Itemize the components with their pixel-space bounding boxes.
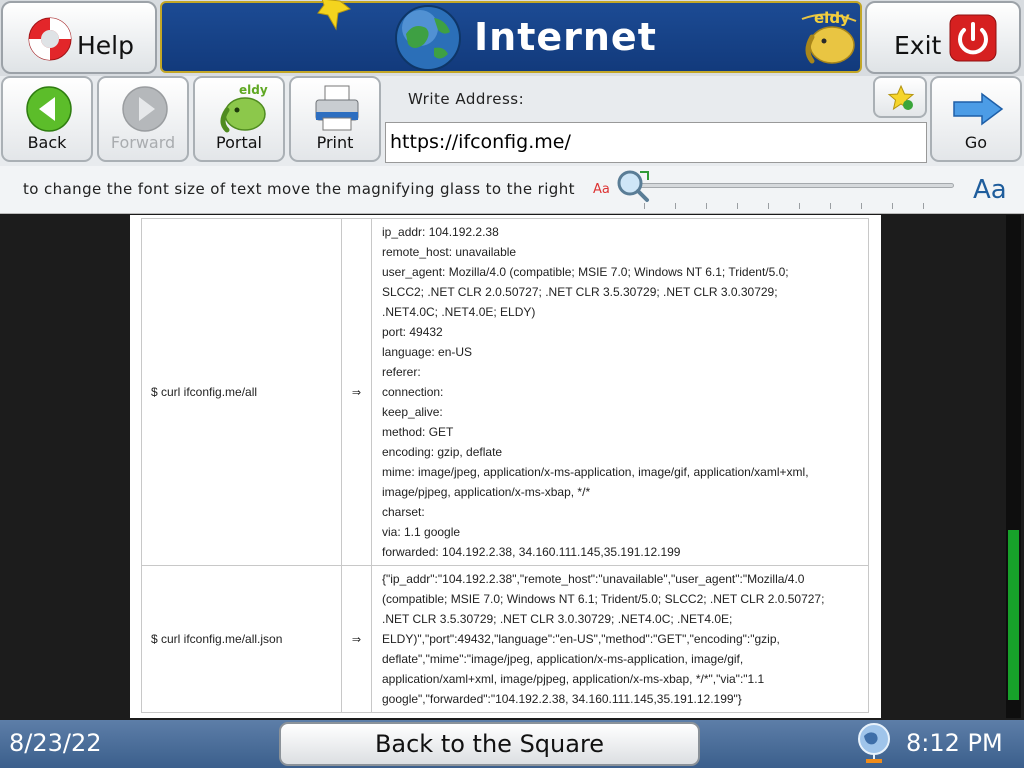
slider-tick [768, 203, 769, 209]
page-title: Internet [474, 15, 657, 59]
back-to-square-button[interactable]: Back to the Square [279, 722, 700, 766]
go-arrow-icon [952, 92, 1004, 126]
table-row: $ curl ifconfig.me/all ⇒ ip_addr: 104.19… [141, 218, 869, 566]
output-line: .NET CLR 3.5.30729; .NET CLR 3.0.30729; … [382, 612, 733, 626]
font-size-hint: to change the font size of text move the… [23, 180, 575, 198]
forward-arrow-icon [121, 85, 169, 133]
output-line: forwarded: 104.192.2.38, 34.160.111.145,… [382, 545, 681, 559]
output-line: ip_addr: 104.192.2.38 [382, 225, 499, 239]
magnifying-glass-icon[interactable] [614, 168, 652, 204]
back-arrow-icon [25, 85, 73, 133]
help-button[interactable]: Help [1, 1, 157, 74]
bottom-bar: 8/23/22 Back to the Square 8:12 PM [0, 720, 1024, 768]
power-icon [949, 14, 997, 62]
font-size-slider-track[interactable] [622, 183, 954, 188]
forward-button[interactable]: Forward [97, 76, 189, 162]
arrow-cell: ⇒ [341, 565, 372, 713]
slider-tick [799, 203, 800, 209]
address-label: Write Address: [408, 90, 525, 108]
font-size-small-label: Aa [593, 182, 610, 197]
output-line: SLCC2; .NET CLR 2.0.50727; .NET CLR 3.5.… [382, 285, 778, 299]
output-line: mime: image/jpeg, application/x-ms-appli… [382, 465, 809, 479]
back-label: Back [27, 133, 67, 152]
slider-tick [830, 203, 831, 209]
printer-icon [313, 84, 361, 134]
output-line: .NET4.0C; .NET4.0E; ELDY) [382, 305, 536, 319]
output-line: method: GET [382, 425, 454, 439]
output-line: connection: [382, 385, 444, 399]
slider-tick [706, 203, 707, 209]
globe-icon [394, 4, 462, 72]
output-line: deflate","mime":"image/jpeg, application… [382, 652, 744, 666]
print-label: Print [316, 133, 354, 152]
forward-label: Forward [110, 133, 176, 152]
output-cell: {"ip_addr":"104.192.2.38","remote_host":… [371, 565, 869, 713]
output-line: (compatible; MSIE 7.0; Windows NT 6.1; T… [382, 592, 825, 606]
help-label: Help [77, 31, 134, 60]
network-globe-icon[interactable] [856, 722, 892, 764]
eldy-browser-window: Help Internet eldy Exit Back Forward eld… [0, 0, 1024, 768]
address-input[interactable] [385, 122, 927, 163]
output-line: user_agent: Mozilla/4.0 (compatible; MSI… [382, 265, 789, 279]
exit-button[interactable]: Exit [865, 1, 1021, 74]
slider-tick [737, 203, 738, 209]
slider-tick [861, 203, 862, 209]
time-display: 8:12 PM [906, 729, 1003, 757]
command-cell: $ curl ifconfig.me/all [141, 218, 342, 566]
output-line: {"ip_addr":"104.192.2.38","remote_host":… [382, 572, 805, 586]
font-size-large-label: Aa [973, 175, 1007, 205]
scrollbar-thumb[interactable] [1008, 530, 1019, 700]
output-line: charset: [382, 505, 425, 519]
output-line: language: en-US [382, 345, 473, 359]
go-label: Go [964, 133, 988, 152]
slider-tick [675, 203, 676, 209]
eldy-elephant-icon: eldy [213, 82, 269, 134]
output-line: remote_host: unavailable [382, 245, 517, 259]
web-page: $ curl ifconfig.me/all ⇒ ip_addr: 104.19… [130, 215, 881, 718]
title-panel: Internet eldy [160, 0, 862, 73]
print-button[interactable]: Print [289, 76, 381, 162]
star-icon [316, 0, 352, 33]
font-size-bar: to change the font size of text move the… [0, 166, 1024, 214]
exit-label: Exit [894, 31, 942, 60]
output-line: keep_alive: [382, 405, 443, 419]
favorites-button[interactable] [873, 76, 927, 118]
output-line: port: 49432 [382, 325, 443, 339]
svg-text:eldy: eldy [239, 83, 268, 97]
top-bar: Help Internet eldy Exit [0, 0, 1024, 76]
portal-button[interactable]: eldy Portal [193, 76, 285, 162]
go-button[interactable]: Go [930, 76, 1022, 162]
output-line: encoding: gzip, deflate [382, 445, 503, 459]
browser-toolbar: Back Forward eldy Portal Print Write Add… [0, 76, 1024, 166]
output-line: image/pjpeg, application/x-ms-xbap, */* [382, 485, 591, 499]
output-cell: ip_addr: 104.192.2.38 remote_host: unava… [371, 218, 869, 566]
output-line: ELDY)","port":49432,"language":"en-US","… [382, 632, 780, 646]
arrow-cell: ⇒ [341, 218, 372, 566]
ifconfig-table: $ curl ifconfig.me/all ⇒ ip_addr: 104.19… [141, 218, 869, 713]
slider-tick [892, 203, 893, 209]
back-button[interactable]: Back [1, 76, 93, 162]
portal-label: Portal [216, 133, 262, 152]
eldy-logo-text: eldy [814, 9, 850, 27]
slider-tick [923, 203, 924, 209]
output-line: google","forwarded":"104.192.2.38, 34.16… [382, 692, 742, 706]
output-line: via: 1.1 google [382, 525, 461, 539]
web-content-area: $ curl ifconfig.me/all ⇒ ip_addr: 104.19… [0, 215, 1024, 720]
lifebuoy-icon [25, 14, 75, 64]
output-line: application/xaml+xml, image/pjpeg, appli… [382, 672, 765, 686]
output-line: referer: [382, 365, 421, 379]
favorite-star-icon [887, 84, 915, 112]
table-row: $ curl ifconfig.me/all.json ⇒ {"ip_addr"… [141, 565, 869, 713]
date-display: 8/23/22 [9, 729, 102, 757]
command-cell: $ curl ifconfig.me/all.json [141, 565, 342, 713]
